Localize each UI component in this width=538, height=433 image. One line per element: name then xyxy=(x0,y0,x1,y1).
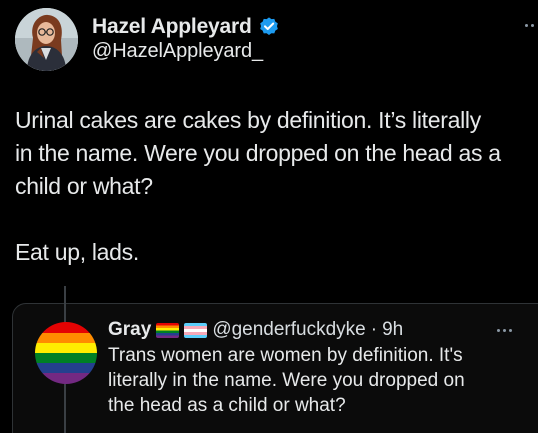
author-handle[interactable]: @HazelAppleyard_ xyxy=(92,40,263,63)
tweet-line: Urinal cakes are cakes by definition. It… xyxy=(15,107,481,133)
quoted-line: the head as a child or what? xyxy=(108,395,346,416)
quoted-line: Trans women are women by definition. It'… xyxy=(108,345,463,366)
quoted-handle[interactable]: @genderfuckdyke xyxy=(212,319,365,341)
quoted-separator: · xyxy=(370,319,378,340)
tweet-line: child or what? xyxy=(15,173,153,199)
author-avatar[interactable] xyxy=(15,8,78,71)
author-display-name[interactable]: Hazel Appleyard xyxy=(92,15,252,39)
quoted-tweet-header: Gray @genderfuckdyke · 9h xyxy=(108,316,403,344)
author-name-row[interactable]: Hazel Appleyard xyxy=(92,14,280,40)
tweet-line: Eat up, lads. xyxy=(15,239,139,265)
quoted-line: literally in the name. Were you dropped … xyxy=(108,370,465,391)
tweet-screenshot: Hazel Appleyard @HazelAppleyard_ Urinal … xyxy=(0,0,538,433)
quoted-more-options-icon[interactable] xyxy=(497,329,512,332)
quoted-display-name[interactable]: Gray xyxy=(108,319,151,341)
verified-badge-icon xyxy=(258,16,280,38)
quoted-tweet-text: Trans women are women by definition. It'… xyxy=(108,343,528,418)
rainbow-avatar-icon xyxy=(35,322,97,384)
quoted-author-avatar[interactable] xyxy=(35,322,97,384)
trans-flag-icon xyxy=(184,322,208,338)
profile-photo-icon xyxy=(15,8,78,71)
quoted-timestamp[interactable]: 9h xyxy=(382,319,403,341)
more-options-icon[interactable] xyxy=(512,20,534,30)
rainbow-flag-icon xyxy=(156,322,180,338)
tweet-text: Urinal cakes are cakes by definition. It… xyxy=(15,104,535,269)
tweet-line: in the name. Were you dropped on the hea… xyxy=(15,140,501,166)
